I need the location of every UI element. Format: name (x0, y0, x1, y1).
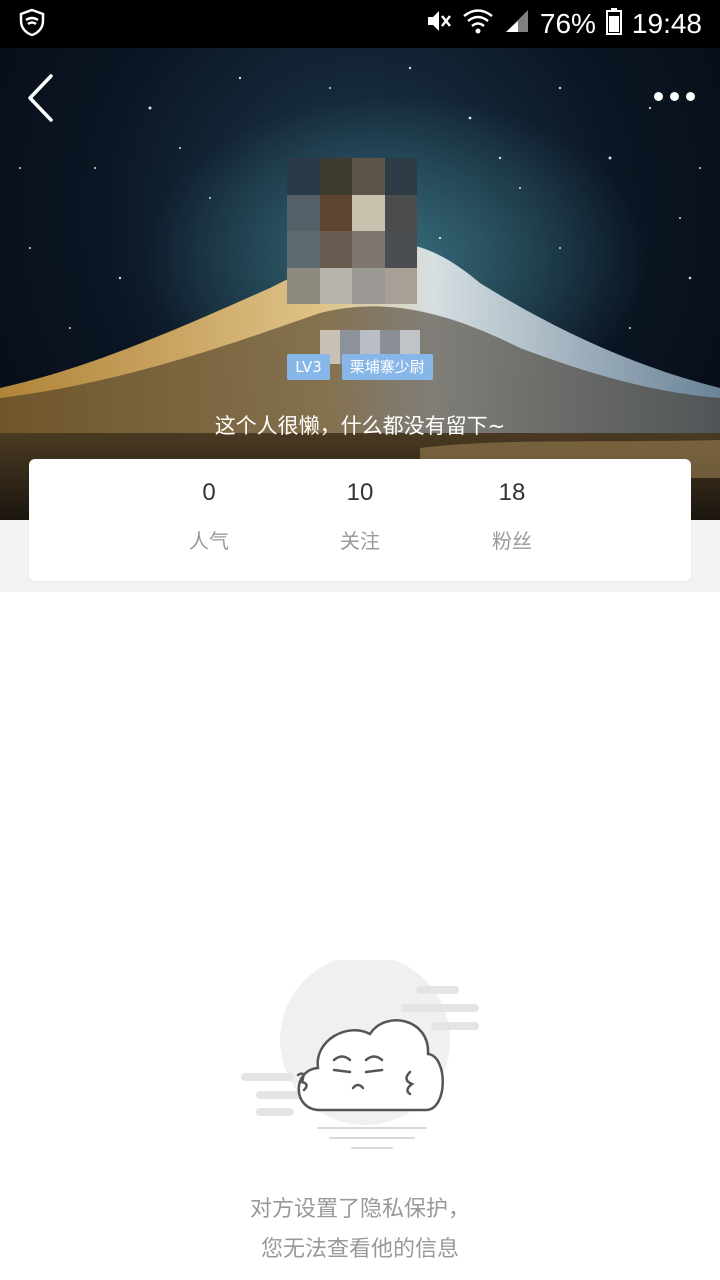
more-horizontal-icon (653, 91, 663, 101)
shield-icon (18, 8, 46, 41)
privacy-line-1: 对方设置了隐私保护， (249, 1197, 470, 1222)
privacy-message: 对方设置了隐私保护， 您无法查看他的信息 (0, 1190, 720, 1270)
sleepy-cloud-icon (241, 960, 479, 1149)
signal-icon (504, 8, 530, 41)
more-options-button[interactable] (648, 78, 700, 114)
level-badge: LV3 (287, 354, 330, 380)
clock: 19:48 (631, 8, 702, 39)
stat-value: 0 (202, 479, 216, 506)
stat-label: 粉丝 (492, 529, 532, 553)
status-bar: 76% 19:48 (0, 0, 720, 48)
more-dot (685, 91, 695, 101)
stat-label: 人气 (189, 529, 229, 553)
user-bio: 这个人很懒，什么都没有留下~ (214, 414, 506, 438)
privacy-line-2: 您无法查看他的信息 (260, 1237, 459, 1262)
battery-percent: 76% (539, 8, 596, 39)
chevron-left-icon (28, 74, 53, 122)
stat-label: 关注 (340, 529, 380, 553)
stat-value: 18 (498, 479, 526, 506)
back-button[interactable] (18, 70, 62, 126)
avatar[interactable] (287, 158, 417, 304)
more-dot (669, 91, 679, 101)
stats-card: 0 人气 10 关注 18 粉丝 (29, 459, 691, 581)
stat-popularity[interactable]: 0 人气 (149, 459, 269, 554)
stat-following[interactable]: 10 关注 (300, 459, 420, 554)
mute-icon (424, 7, 452, 42)
rank-badge: 栗埔寨少尉 (341, 354, 433, 380)
wifi-icon (462, 7, 494, 42)
badge-row: LV3 栗埔寨少尉 (0, 354, 720, 380)
profile-header: LV3 栗埔寨少尉 这个人很懒，什么都没有留下~ (0, 48, 720, 520)
battery-icon (605, 7, 622, 42)
stat-fans[interactable]: 18 粉丝 (452, 459, 572, 554)
stat-value: 10 (346, 479, 374, 506)
